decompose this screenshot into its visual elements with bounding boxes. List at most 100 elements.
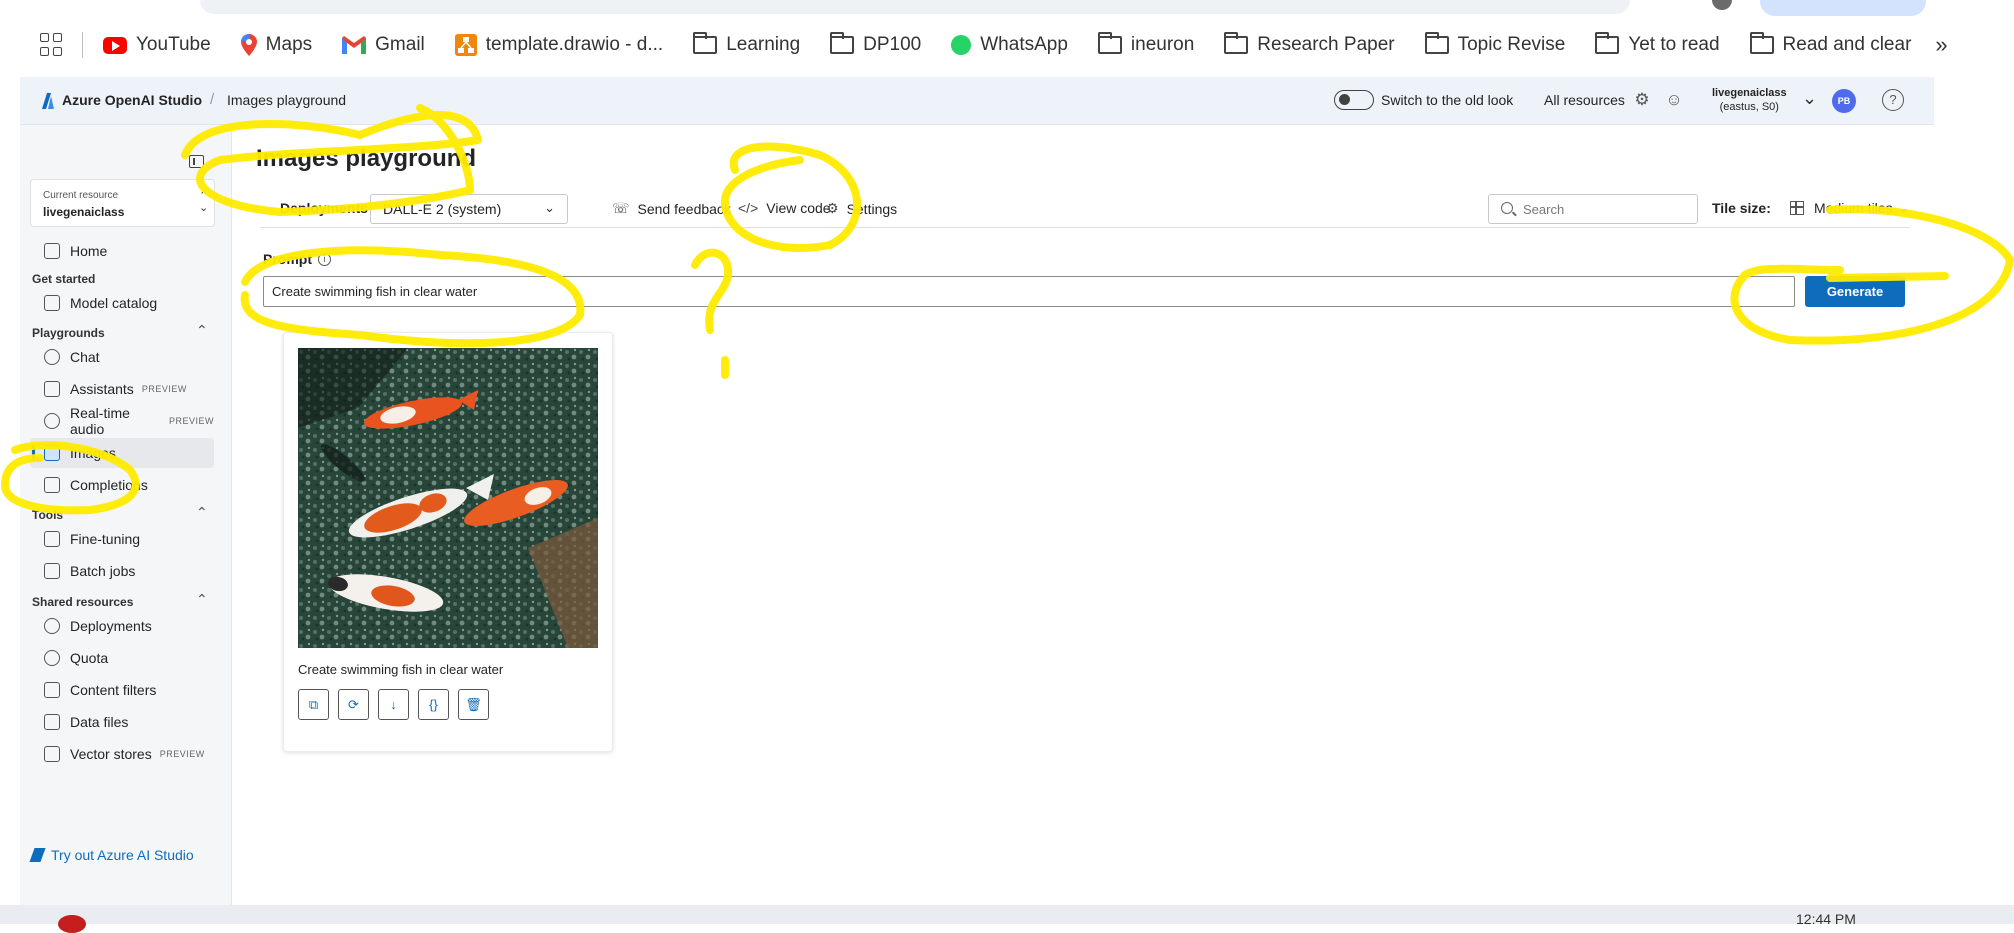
image-caption: Create swimming fish in clear water (298, 662, 504, 677)
shield-icon (44, 682, 60, 698)
generated-fish-image[interactable] (298, 348, 598, 648)
sidebar-item-batch-jobs[interactable]: Batch jobs (30, 556, 214, 586)
azure-logo-icon (42, 93, 54, 109)
all-resources-link[interactable]: All resources (1544, 92, 1625, 108)
json-code-icon[interactable]: {} (418, 689, 449, 720)
bookmark-youtube[interactable]: YouTube (103, 34, 211, 56)
sidebar-item-realtime-audio[interactable]: Real-time audio PREVIEW (30, 405, 214, 437)
image-icon (44, 445, 60, 461)
assistant-icon (44, 381, 60, 397)
bookmark-topic-revise[interactable]: Topic Revise (1424, 32, 1565, 56)
sidebar-item-images[interactable]: Images (30, 438, 214, 468)
bookmark-yet-to-read[interactable]: Yet to read (1595, 32, 1720, 56)
delete-icon[interactable]: 🗑 (458, 689, 489, 720)
gear-icon[interactable]: ⚙ (1632, 90, 1652, 110)
chevron-down-icon: ⌄ (544, 200, 555, 215)
bookmark-drawio[interactable]: template.drawio - d... (454, 34, 663, 56)
info-icon[interactable]: i (318, 252, 331, 266)
deployments-label: Deployments (280, 200, 368, 216)
resource-selector[interactable]: Current resource livegenaiclass ⌃ ⌄ (30, 179, 215, 227)
send-feedback-button[interactable]: ☏ Send feedback (612, 200, 731, 217)
feedback-icon: ☏ (612, 200, 630, 216)
chevron-up-icon[interactable]: ⌃ (196, 591, 208, 608)
sidebar: Current resource livegenaiclass ⌃ ⌄ Home … (20, 125, 232, 905)
settings-button[interactable]: ⚙ Settings (826, 200, 897, 217)
folder-icon (1224, 32, 1249, 54)
sidebar-item-completions[interactable]: Completions (30, 470, 214, 500)
collapse-sidebar-icon[interactable] (189, 155, 204, 168)
brand-link[interactable]: Azure OpenAI Studio (62, 92, 202, 108)
group-playgrounds[interactable]: Playgrounds (32, 326, 105, 340)
bookmarks-overflow-icon[interactable]: » (1935, 32, 1947, 58)
code-icon: </> (738, 200, 759, 216)
bookmark-ineuron[interactable]: ineuron (1097, 32, 1194, 56)
whatsapp-icon (951, 35, 972, 55)
bookmark-maps[interactable]: Maps (240, 34, 312, 56)
breadcrumb-separator: / (210, 91, 215, 108)
generate-button[interactable]: Generate (1805, 276, 1905, 307)
account-selector[interactable]: livegenaiclass (eastus, S0) (1712, 86, 1787, 114)
sidebar-item-data-files[interactable]: Data files (30, 707, 214, 737)
updown-chevron-icon: ⌃ ⌄ (199, 190, 209, 214)
sidebar-item-vector-stores[interactable]: Vector stores PREVIEW (30, 739, 214, 769)
sidebar-item-quota[interactable]: Quota (30, 643, 214, 673)
youtube-icon (103, 36, 127, 54)
bookmark-whatsapp[interactable]: WhatsApp (951, 34, 1068, 56)
account-region: (eastus, S0) (1719, 101, 1779, 113)
generated-image-card: Create swimming fish in clear water ⧉ ⟳ … (283, 332, 613, 752)
preview-badge: PREVIEW (168, 416, 214, 426)
avatar[interactable]: PB (1832, 89, 1856, 113)
sidebar-item-deployments[interactable]: Deployments (30, 611, 214, 641)
gmail-icon (342, 36, 367, 54)
group-tools[interactable]: Tools (32, 508, 63, 522)
folder-icon (693, 32, 718, 54)
old-look-toggle[interactable] (1334, 90, 1374, 110)
apps-grid-icon[interactable] (40, 33, 64, 57)
folder-icon (1097, 32, 1122, 54)
profile-avatar[interactable] (1712, 0, 1732, 10)
flask-icon (44, 531, 60, 547)
notification-badge-icon[interactable] (58, 915, 86, 933)
regenerate-icon[interactable]: ⟳ (338, 689, 369, 720)
resource-name: livegenaiclass (43, 205, 125, 219)
chat-icon (44, 349, 60, 365)
help-icon[interactable]: ? (1882, 89, 1904, 111)
batch-icon (44, 563, 60, 579)
maps-icon (240, 34, 257, 56)
prompt-input[interactable]: Create swimming fish in clear water (263, 276, 1795, 307)
tile-size-dropdown[interactable]: Medium tiles ⌄ (1790, 200, 1909, 216)
sidebar-item-model-catalog[interactable]: Model catalog (30, 288, 214, 318)
profile-button[interactable] (1760, 0, 1926, 16)
sidebar-item-assistants[interactable]: Assistants PREVIEW (30, 374, 214, 404)
chevron-up-icon[interactable]: ⌃ (196, 322, 208, 339)
sidebar-item-home[interactable]: Home (30, 236, 214, 266)
bookmark-learning[interactable]: Learning (693, 32, 800, 56)
image-actions: ⧉ ⟳ ↓ {} 🗑 (298, 689, 489, 720)
smiley-icon[interactable]: ☺ (1664, 90, 1684, 110)
bookmark-read-and-clear[interactable]: Read and clear (1749, 32, 1911, 56)
chevron-up-icon[interactable]: ⌃ (196, 504, 208, 521)
copy-icon[interactable]: ⧉ (298, 689, 329, 720)
sidebar-item-fine-tuning[interactable]: Fine-tuning (30, 524, 214, 554)
bookmarks-divider (82, 32, 83, 58)
sidebar-item-content-filters[interactable]: Content filters (30, 675, 214, 705)
view-code-button[interactable]: </> View code (738, 200, 831, 216)
deployment-dropdown[interactable]: DALL-E 2 (system) ⌄ (370, 194, 568, 224)
group-get-started: Get started (32, 272, 96, 286)
group-shared-resources[interactable]: Shared resources (32, 595, 133, 609)
sidebar-item-chat[interactable]: Chat (30, 342, 214, 372)
account-name: livegenaiclass (1712, 87, 1787, 99)
bookmark-gmail[interactable]: Gmail (342, 34, 425, 56)
os-taskbar: 12:44 PM (0, 905, 2014, 933)
audio-icon (44, 413, 60, 429)
gear-icon: ⚙ (826, 200, 839, 216)
address-bar[interactable] (200, 0, 1630, 14)
chevron-down-icon[interactable]: ⌄ (1802, 88, 1817, 109)
download-icon[interactable]: ↓ (378, 689, 409, 720)
grid-icon (1790, 201, 1804, 215)
bookmark-research-paper[interactable]: Research Paper (1224, 32, 1395, 56)
try-azure-ai-studio-link[interactable]: Try out Azure AI Studio (29, 847, 194, 863)
bookmark-dp100[interactable]: DP100 (830, 32, 921, 56)
search-input[interactable]: Search (1488, 194, 1698, 224)
taskbar-clock: 12:44 PM (1796, 911, 1856, 927)
